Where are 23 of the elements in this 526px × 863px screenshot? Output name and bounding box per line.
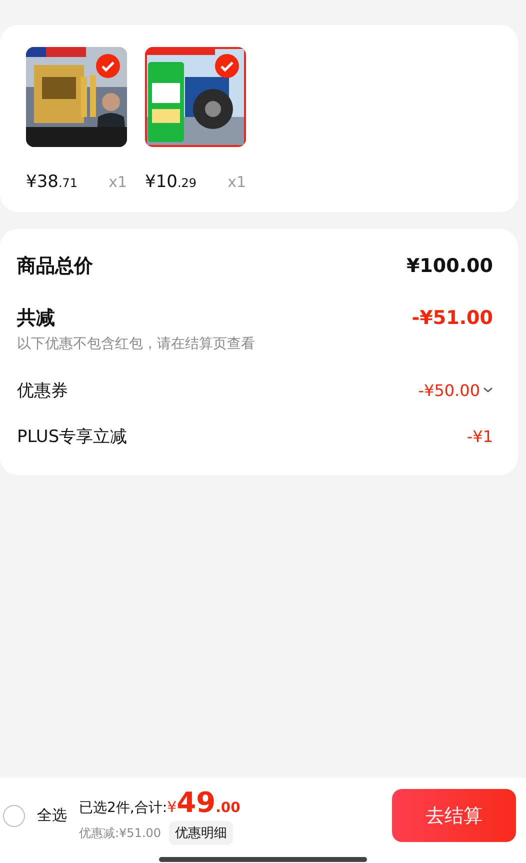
product-price: ¥38.71: [26, 172, 78, 192]
summary-value[interactable]: -¥50.00: [418, 380, 493, 400]
selected-count: 已选2件,合计:: [79, 799, 168, 817]
select-all-label[interactable]: 全选: [37, 806, 67, 825]
summary-value: ¥100.00: [406, 255, 493, 277]
check-icon[interactable]: [215, 54, 239, 78]
summary-label: PLUS专享立减: [17, 426, 128, 448]
discount-details-button[interactable]: 优惠明细: [169, 821, 234, 845]
summary-value: -¥1: [466, 426, 493, 446]
saved-amount: 优惠减:¥51.00: [79, 824, 162, 842]
summary-label: 共减: [17, 306, 55, 331]
quantity: x1: [108, 173, 127, 191]
checkout-button[interactable]: 去结算: [392, 789, 516, 842]
chevron-down-icon[interactable]: [483, 387, 493, 393]
product-price: ¥10.29: [145, 172, 197, 192]
total-price: ¥49.00: [167, 786, 240, 819]
select-all-radio[interactable]: [3, 804, 25, 826]
summary-label: 商品总价: [17, 254, 93, 279]
check-icon[interactable]: [96, 54, 120, 78]
summary-label: 优惠券: [17, 380, 68, 402]
quantity: x1: [228, 173, 246, 191]
summary-value: -¥51.00: [412, 307, 493, 329]
summary-note: 以下优惠不包含红包，请在结算页查看: [17, 335, 256, 353]
